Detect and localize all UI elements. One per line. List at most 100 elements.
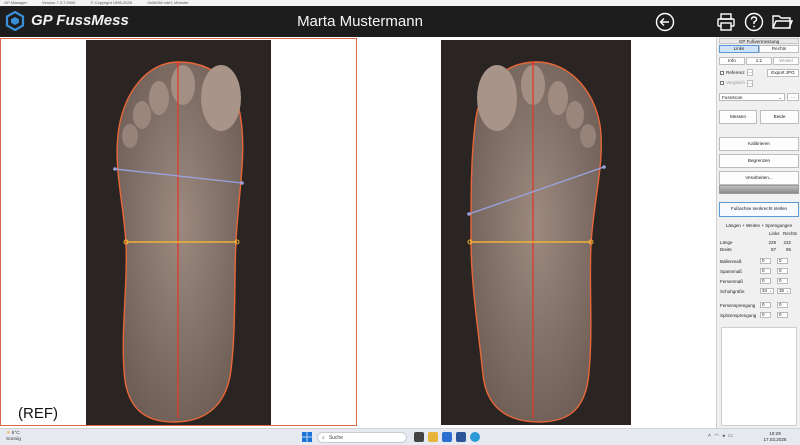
- referenz-checkbox[interactable]: Referenz: [720, 70, 745, 75]
- spannmass-links-input[interactable]: 0: [760, 268, 771, 274]
- fersenmass-links-input[interactable]: 0: [760, 278, 771, 284]
- clock-time: 10:29: [769, 431, 781, 436]
- word-icon[interactable]: [456, 432, 466, 442]
- messen-button[interactable]: Messen: [719, 110, 757, 124]
- windows-start-icon[interactable]: [302, 432, 312, 442]
- right-foot-overlay: [467, 61, 606, 423]
- verarbeiten-button[interactable]: Verarbeiten...: [719, 171, 799, 185]
- one-to-one-button[interactable]: 1:1: [746, 57, 772, 65]
- left-foot-scan[interactable]: [86, 40, 271, 425]
- panel-title: GP Fußvermessung: [719, 38, 799, 44]
- notes-area: [721, 327, 797, 426]
- referenz-label: Referenz: [726, 70, 745, 75]
- back-button[interactable]: [654, 11, 676, 33]
- spitzensprengung-links-input[interactable]: 0: [760, 312, 771, 318]
- vergleich-browse-button[interactable]: ...: [747, 80, 753, 87]
- export-jpg-button[interactable]: Export JPG: [767, 69, 799, 77]
- window-company: GeBiOM mbH, Münster: [147, 0, 189, 5]
- file-explorer-icon[interactable]: [428, 432, 438, 442]
- checkbox-box: [720, 80, 724, 85]
- scanner-select[interactable]: FussScan ⌄: [719, 93, 785, 101]
- back-icon: [655, 12, 675, 32]
- chevron-down-icon: ⌄: [778, 94, 782, 100]
- app-header: GP FussMess Marta Mustermann: [0, 6, 800, 37]
- fersensprengung-rechts-input[interactable]: 0: [777, 302, 788, 308]
- window-app-label: GP-Manager: [4, 0, 27, 5]
- spitzensprengung-rechts-input[interactable]: 0: [777, 312, 788, 318]
- vergleich-checkbox[interactable]: Vergleich: [720, 80, 745, 85]
- fussachse-button[interactable]: Fußachse senkrecht stellen: [719, 202, 799, 217]
- spannmass-rechts-input[interactable]: 0: [777, 268, 788, 274]
- ballenmass-label: Ballenmaß: [720, 259, 742, 264]
- weather-text: Sonnig: [6, 437, 21, 442]
- ref-label: (REF): [18, 405, 58, 422]
- folder-icon: [772, 15, 793, 29]
- column-links: Links: [769, 231, 780, 236]
- fersensprengung-links-input[interactable]: 0: [760, 302, 771, 308]
- chevron-down-icon: ⌄: [785, 289, 789, 293]
- vergleich-label: Vergleich: [726, 80, 745, 85]
- breite-links: 87: [770, 247, 776, 252]
- laenge-rechts: 232: [783, 240, 791, 245]
- schuhgroesse-label: Schuhgröße: [720, 289, 745, 294]
- taskbar-search[interactable]: ⌕ Suche: [317, 432, 407, 443]
- section-title: Längen + Weiten + Sprengungen: [725, 223, 793, 228]
- schuhgroesse-links-select[interactable]: 34 ⌄: [760, 288, 774, 294]
- temperature: 5°C: [11, 431, 20, 436]
- laenge-links: 229: [768, 240, 776, 245]
- schuhgroesse-rechts-select[interactable]: 35 ⌄: [777, 288, 791, 294]
- fersenmass-rechts-input[interactable]: 0: [777, 278, 788, 284]
- spitzensprengung-label: Spitzensprengung: [720, 313, 757, 318]
- outlook-icon[interactable]: [442, 432, 452, 442]
- system-tray[interactable]: ˄ ◠ ◂ ▭: [708, 433, 734, 439]
- search-icon: ⌕: [322, 434, 325, 441]
- sun-icon: ☀: [6, 431, 11, 436]
- taskbar: ☀ 5°C Sonnig ⌕ Suche ˄ ◠ ◂ ▭ 10:29 17.03…: [0, 428, 800, 445]
- winkel-button[interactable]: Winkel: [773, 57, 799, 65]
- control-panel: GP Fußvermessung Links Rechts Info 1:1 W…: [716, 37, 800, 428]
- window-version: Version 7.3.7.0000: [42, 0, 76, 5]
- laenge-label: Länge: [720, 240, 733, 245]
- print-button[interactable]: [715, 11, 737, 33]
- left-foot-overlay: [113, 61, 244, 423]
- breite-label: Breite: [720, 247, 732, 252]
- volume-icon: ◂: [722, 433, 726, 439]
- open-folder-button[interactable]: [771, 11, 793, 33]
- fersenmass-label: Fersenmaß: [720, 279, 744, 284]
- scanner-select-value: FussScan: [722, 94, 743, 100]
- right-foot-scan[interactable]: [441, 40, 631, 425]
- schuhgroesse-rechts-value: 35: [779, 288, 785, 293]
- battery-icon: ▭: [727, 433, 734, 439]
- progress-bar: [719, 185, 799, 194]
- gp-app-icon[interactable]: [470, 432, 480, 442]
- task-view-icon[interactable]: [414, 432, 424, 442]
- referenz-browse-button[interactable]: ...: [747, 69, 753, 76]
- patient-name: Marta Mustermann: [297, 13, 423, 30]
- chevron-down-icon: ⌄: [768, 289, 772, 293]
- weather-widget[interactable]: ☀ 5°C Sonnig: [6, 431, 21, 443]
- side-left-button[interactable]: Links: [719, 45, 759, 53]
- schuhgroesse-links-value: 34: [762, 288, 768, 293]
- wifi-icon: ◠: [714, 433, 720, 439]
- spannmass-label: Spannmaß: [720, 269, 743, 274]
- ballenmass-rechts-input[interactable]: 0: [777, 258, 788, 264]
- beide-button[interactable]: Beide: [760, 110, 799, 124]
- side-right-button[interactable]: Rechts: [759, 45, 799, 53]
- fersensprengung-label: Fersensprengung: [720, 303, 756, 308]
- help-icon: [744, 12, 764, 32]
- clock-date: 17.03.2025: [763, 437, 787, 442]
- chevron-up-icon: ˄: [708, 433, 712, 439]
- help-button[interactable]: [743, 11, 765, 33]
- column-rechts: Rechts: [783, 231, 798, 236]
- printer-icon: [717, 13, 735, 31]
- search-placeholder: Suche: [328, 434, 343, 441]
- begrenzen-button[interactable]: Begrenzen: [719, 154, 799, 168]
- scan-canvas[interactable]: (REF): [0, 37, 716, 428]
- info-button[interactable]: Info: [719, 57, 745, 65]
- kalibrieren-button[interactable]: Kalibrieren: [719, 137, 799, 151]
- breite-rechts: 95: [785, 247, 791, 252]
- ballenmass-links-input[interactable]: 0: [760, 258, 771, 264]
- clock[interactable]: 10:29 17.03.2025: [758, 431, 792, 443]
- scanner-settings-button[interactable]: ...: [787, 93, 799, 101]
- window-copyright: © Copyright 1996-2025: [90, 0, 132, 5]
